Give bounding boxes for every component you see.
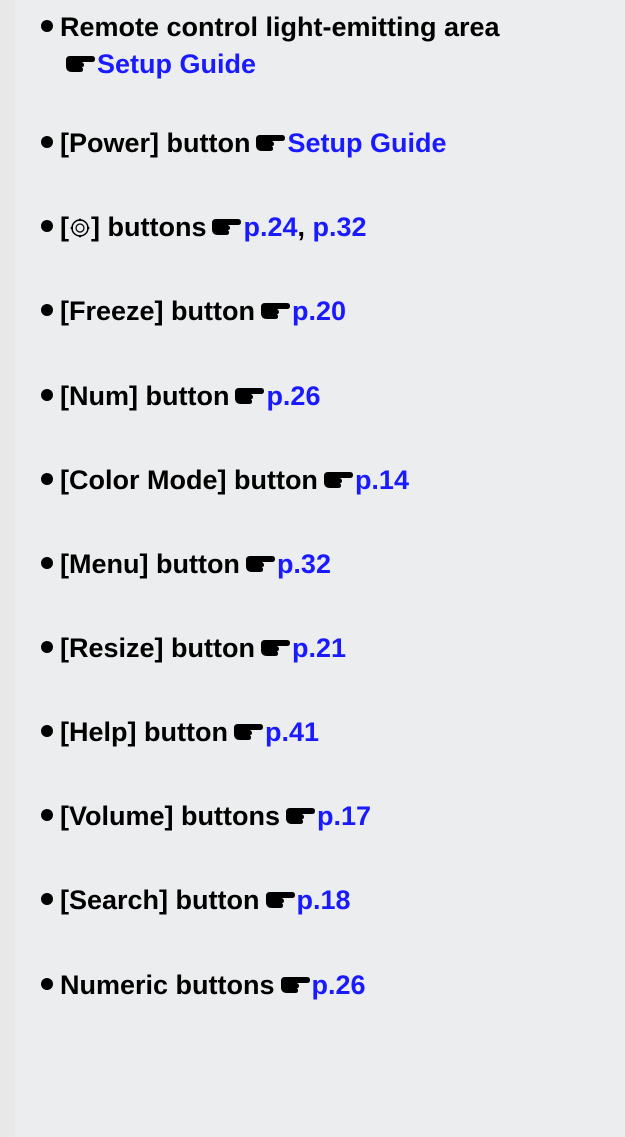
pointing-hand-icon	[244, 553, 276, 575]
item-label-suffix: ] buttons	[91, 212, 207, 242]
pointing-hand-icon	[259, 637, 291, 659]
bullet-dot-icon	[41, 557, 53, 569]
list-item: Remote control light-emitting area	[41, 9, 621, 46]
list-item: [Help] button p.41	[41, 714, 621, 751]
directional-pad-icon	[69, 217, 91, 239]
list-item: Numeric buttons p.26	[41, 967, 621, 1004]
pointing-hand-icon	[254, 132, 286, 154]
list-item: [Search] button p.18	[41, 882, 621, 919]
page-link[interactable]: p.20	[292, 296, 346, 326]
reference-list-panel: Remote control light-emitting area Setup…	[15, 0, 625, 1137]
item-label: [Volume] buttons	[60, 801, 280, 831]
bullet-dot-icon	[41, 641, 53, 653]
bullet-dot-icon	[41, 389, 53, 401]
item-label: [Help] button	[60, 717, 228, 747]
page-link[interactable]: p.14	[355, 465, 409, 495]
item-label-prefix: [	[60, 212, 69, 242]
pointing-hand-icon	[322, 469, 354, 491]
page-link[interactable]: p.24	[243, 212, 297, 242]
item-label: [Menu] button	[60, 549, 240, 579]
pointing-hand-icon	[233, 385, 265, 407]
bullet-dot-icon	[41, 809, 53, 821]
list-item: [Color Mode] button p.14	[41, 462, 621, 499]
setup-guide-link[interactable]: Setup Guide	[287, 128, 446, 158]
bullet-dot-icon	[41, 220, 53, 232]
bullet-dot-icon	[41, 473, 53, 485]
item-label: [Resize] button	[60, 633, 255, 663]
bullet-dot-icon	[41, 304, 53, 316]
list-item-continuation: Setup Guide	[41, 46, 625, 83]
pointing-hand-icon	[264, 889, 296, 911]
bullet-dot-icon	[41, 978, 53, 990]
list-item: [Power] button Setup Guide	[41, 125, 621, 162]
page-link[interactable]: p.17	[317, 801, 371, 831]
list-item: [Menu] button p.32	[41, 546, 621, 583]
bullet-dot-icon	[41, 20, 53, 32]
page-link[interactable]: p.21	[292, 633, 346, 663]
pointing-hand-icon	[232, 721, 264, 743]
item-label: [Search] button	[60, 885, 260, 915]
bullet-dot-icon	[41, 725, 53, 737]
list-item: [Freeze] button p.20	[41, 293, 621, 330]
page-link[interactable]: p.26	[266, 381, 320, 411]
page-link[interactable]: p.32	[313, 212, 367, 242]
bullet-dot-icon	[41, 136, 53, 148]
pointing-hand-icon	[279, 974, 311, 996]
pointing-hand-icon	[284, 805, 316, 827]
item-label: [Freeze] button	[60, 296, 255, 326]
item-label: [Power] button	[60, 128, 251, 158]
pointing-hand-icon	[64, 53, 96, 75]
list-item: [Num] button p.26	[41, 378, 621, 415]
item-label: [Num] button	[60, 381, 230, 411]
page-link[interactable]: p.18	[297, 885, 351, 915]
page-link[interactable]: p.26	[312, 970, 366, 1000]
list-item: [Resize] button p.21	[41, 630, 621, 667]
item-label: Remote control light-emitting area	[60, 12, 500, 42]
list-item: [Volume] buttons p.17	[41, 798, 621, 835]
item-label: [Color Mode] button	[60, 465, 318, 495]
item-label: Numeric buttons	[60, 970, 275, 1000]
pointing-hand-icon	[210, 216, 242, 238]
page-link[interactable]: p.32	[277, 549, 331, 579]
pointing-hand-icon	[259, 300, 291, 322]
bullet-dot-icon	[41, 893, 53, 905]
setup-guide-link[interactable]: Setup Guide	[97, 49, 256, 79]
list-item: [] buttons p.24, p.32	[41, 209, 621, 246]
page-link[interactable]: p.41	[265, 717, 319, 747]
